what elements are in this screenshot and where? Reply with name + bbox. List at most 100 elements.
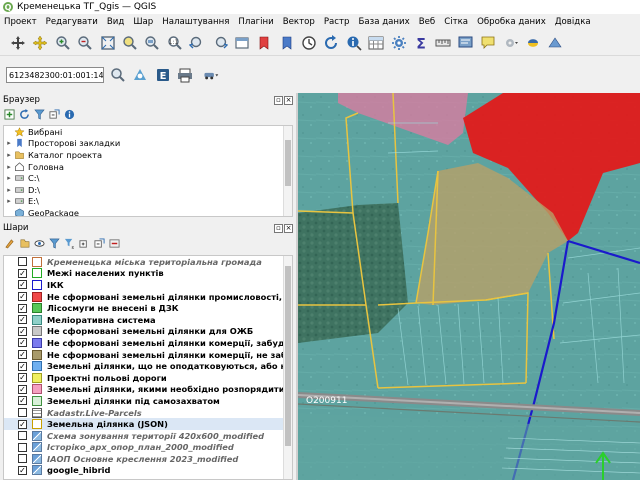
menu-item[interactable]: Вектор bbox=[283, 17, 315, 27]
layers-scrollbar[interactable] bbox=[283, 256, 292, 479]
identify-features-icon[interactable] bbox=[344, 33, 364, 53]
collapse-all-icon[interactable] bbox=[49, 108, 60, 120]
printer-icon[interactable] bbox=[175, 65, 195, 85]
refresh-icon[interactable] bbox=[321, 33, 341, 53]
layer-visibility-checkbox[interactable]: ✓ bbox=[18, 419, 27, 429]
layer-item[interactable]: ✓ Лісосмуги не внесені в ДЗК bbox=[4, 302, 292, 314]
browser-item[interactable]: ▸ D:\ bbox=[4, 184, 292, 196]
temporal-controller-icon[interactable] bbox=[299, 33, 319, 53]
filter-expression-icon[interactable]: ε bbox=[64, 238, 75, 249]
layer-item[interactable]: Кременецька міська територіальна громада bbox=[4, 256, 292, 268]
layer-visibility-checkbox[interactable]: ✓ bbox=[18, 465, 27, 475]
cadastral-number-input[interactable] bbox=[6, 67, 104, 83]
layer-visibility-checkbox[interactable]: ✓ bbox=[18, 384, 27, 394]
menu-item[interactable]: Сітка bbox=[444, 17, 468, 27]
layer-item[interactable]: ✓ Земельні ділянки, якими необхідно розпо… bbox=[4, 384, 292, 396]
layer-item[interactable]: ✓ google_hibrid bbox=[4, 465, 292, 477]
bookmark-new-icon[interactable] bbox=[254, 33, 274, 53]
new-map-view-icon[interactable] bbox=[232, 33, 252, 53]
browser-scrollbar[interactable] bbox=[283, 126, 292, 216]
expand-arrow-icon[interactable]: ▸ bbox=[4, 163, 14, 171]
expand-arrow-icon[interactable]: ▸ bbox=[4, 139, 14, 147]
browser-item[interactable]: ▸ Каталог проекта bbox=[4, 149, 292, 161]
expand-arrow-icon[interactable]: ▸ bbox=[4, 186, 14, 194]
layer-item[interactable]: ✓ Не сформовані земельні ділянки для ОЖБ bbox=[4, 326, 292, 338]
statistics-sigma-icon[interactable]: Σ bbox=[411, 33, 431, 53]
float-panel-icon[interactable]: ▫ bbox=[274, 95, 283, 105]
layer-item[interactable]: ІАОП Основне креслення 2023_modified bbox=[4, 453, 292, 465]
layer-item[interactable]: ✓ Проектні польові дороги bbox=[4, 372, 292, 384]
add-group-icon[interactable] bbox=[19, 238, 30, 249]
layer-item[interactable]: ✓ ІКК bbox=[4, 279, 292, 291]
text-annotation-icon[interactable] bbox=[478, 33, 498, 53]
layer-item[interactable]: ✓ Земельна ділянка (JSON) bbox=[4, 418, 292, 430]
layer-visibility-checkbox[interactable]: ✓ bbox=[18, 292, 27, 302]
layer-item[interactable]: ✓ Не сформовані земельні ділянки промисло… bbox=[4, 291, 292, 303]
layer-item[interactable]: ✓ Не сформовані земельні ділянки комерції… bbox=[4, 337, 292, 349]
browser-item[interactable]: ▸ Просторові закладки bbox=[4, 138, 292, 150]
menu-item[interactable]: Довідка bbox=[555, 17, 591, 27]
visibility-icon[interactable] bbox=[34, 238, 45, 249]
layer-item[interactable]: Історіко_арх_опор_план_2000_modified bbox=[4, 442, 292, 454]
layer-visibility-checkbox[interactable] bbox=[18, 257, 27, 267]
expand-all-icon[interactable] bbox=[79, 238, 90, 249]
zoom-out-icon[interactable] bbox=[75, 33, 95, 53]
zoom-native-icon[interactable]: 1:1 bbox=[165, 33, 185, 53]
bookmark-show-icon[interactable] bbox=[277, 33, 297, 53]
layer-visibility-checkbox[interactable]: ✓ bbox=[18, 350, 27, 360]
browser-item[interactable]: Вибрані bbox=[4, 126, 292, 138]
filter-icon[interactable] bbox=[34, 109, 45, 120]
menu-item[interactable]: Налаштування bbox=[162, 17, 229, 27]
map-tips-icon[interactable] bbox=[456, 33, 476, 53]
layer-item[interactable]: ✓ Земельні ділянки під самозахватом bbox=[4, 395, 292, 407]
menu-item[interactable]: Шар bbox=[133, 17, 153, 27]
zoom-layer-icon[interactable] bbox=[142, 33, 162, 53]
filter-legend-icon[interactable] bbox=[49, 238, 60, 249]
menu-item[interactable]: Редагувати bbox=[46, 17, 98, 27]
browser-item[interactable]: ▸ C:\ bbox=[4, 172, 292, 184]
menu-item[interactable]: Обробка даних bbox=[477, 17, 546, 27]
info-icon[interactable] bbox=[64, 109, 75, 120]
e-plugin-icon[interactable]: E bbox=[153, 65, 173, 85]
zoom-last-icon[interactable] bbox=[187, 33, 207, 53]
layer-item[interactable]: Kadastr.Live-Parcels bbox=[4, 407, 292, 419]
help-icon[interactable] bbox=[545, 33, 565, 53]
measure-icon[interactable] bbox=[433, 33, 453, 53]
layer-visibility-checkbox[interactable]: ✓ bbox=[18, 268, 27, 278]
layer-visibility-checkbox[interactable]: ✓ bbox=[18, 361, 27, 371]
layer-item[interactable]: ✓ Межі населених пунктів bbox=[4, 268, 292, 280]
plugin-search-icon[interactable] bbox=[130, 65, 150, 85]
layer-visibility-checkbox[interactable]: ✓ bbox=[18, 373, 27, 383]
zoom-selection-icon[interactable] bbox=[120, 33, 140, 53]
pan-to-selection-icon[interactable] bbox=[30, 33, 50, 53]
layer-visibility-checkbox[interactable]: ✓ bbox=[18, 315, 27, 325]
layer-visibility-checkbox[interactable]: ✓ bbox=[18, 280, 27, 290]
layer-visibility-checkbox[interactable]: ✓ bbox=[18, 326, 27, 336]
expand-arrow-icon[interactable]: ▸ bbox=[4, 197, 14, 205]
add-selected-layers-icon[interactable] bbox=[4, 108, 15, 120]
expand-arrow-icon[interactable]: ▸ bbox=[4, 151, 14, 159]
close-panel-icon[interactable]: × bbox=[284, 95, 293, 105]
layer-visibility-checkbox[interactable] bbox=[18, 431, 27, 441]
menu-item[interactable]: Плагіни bbox=[238, 17, 273, 27]
layer-visibility-checkbox[interactable]: ✓ bbox=[18, 303, 27, 313]
menu-item[interactable]: База даних bbox=[358, 17, 409, 27]
layer-visibility-checkbox[interactable]: ✓ bbox=[18, 396, 27, 406]
pan-icon[interactable] bbox=[8, 33, 28, 53]
zoom-full-icon[interactable] bbox=[98, 33, 118, 53]
browser-item[interactable]: ▸ E:\ bbox=[4, 196, 292, 208]
python-console-icon[interactable] bbox=[523, 33, 543, 53]
browser-item[interactable]: GeoPackage bbox=[4, 207, 292, 216]
close-panel-icon[interactable]: × bbox=[284, 223, 293, 233]
layer-visibility-checkbox[interactable]: ✓ bbox=[18, 338, 27, 348]
style-manager-icon[interactable] bbox=[4, 238, 15, 249]
spatial-bookmark-gear-icon[interactable] bbox=[501, 33, 521, 53]
layer-visibility-checkbox[interactable] bbox=[18, 454, 27, 464]
zoom-next-icon[interactable] bbox=[210, 33, 230, 53]
zoom-in-icon[interactable] bbox=[53, 33, 73, 53]
menu-item[interactable]: Вид bbox=[107, 17, 124, 27]
layer-item[interactable]: Схема зонування території 420х600_modifi… bbox=[4, 430, 292, 442]
menu-item[interactable]: Проект bbox=[4, 17, 37, 27]
open-attribute-table-icon[interactable] bbox=[366, 33, 386, 53]
menu-item[interactable]: Веб bbox=[419, 17, 435, 27]
